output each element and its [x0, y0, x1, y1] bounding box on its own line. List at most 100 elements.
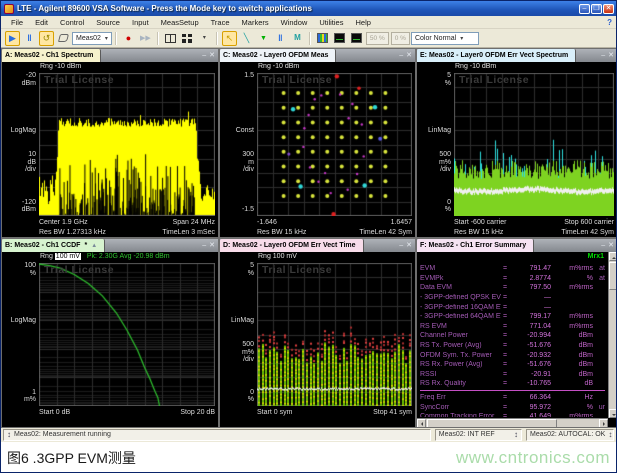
- warning-triangle-icon: ▲: [91, 243, 97, 249]
- y-axis-div-label: 300 m /div: [220, 151, 254, 174]
- errvect-spectrum-plot[interactable]: [454, 73, 614, 216]
- title-bar[interactable]: LTE - Agilent 89600 VSA Software - Press…: [1, 1, 616, 16]
- tab-panel-d[interactable]: D: Meas02 - Layer0 OFDM Err Vect Time: [220, 239, 364, 252]
- close-icon[interactable]: ✕: [608, 52, 614, 59]
- menu-item-window[interactable]: Window: [275, 18, 314, 27]
- range-value-edit[interactable]: 100 mV: [55, 253, 81, 260]
- row-unit: dB: [551, 380, 593, 387]
- minimize-icon[interactable]: –: [399, 242, 403, 249]
- help-icon[interactable]: ?: [607, 18, 612, 27]
- spinner-icon[interactable]: ↕: [608, 430, 612, 440]
- row-value: -20.994: [509, 332, 551, 339]
- row-eq: =: [501, 294, 509, 301]
- spinner-icon[interactable]: ↕: [514, 430, 518, 440]
- menu-item-markers[interactable]: Markers: [236, 18, 275, 27]
- menu-item-source[interactable]: Source: [90, 18, 126, 27]
- marker-to-button[interactable]: M: [290, 31, 305, 46]
- menu-item-control[interactable]: Control: [54, 18, 90, 27]
- panel-e-errvect-spectrum: E: Meas02 - Layer0 OFDM Err Vect Spectru…: [416, 48, 617, 238]
- scroll-right-button[interactable]: [599, 419, 608, 428]
- row-eq: =: [501, 313, 509, 320]
- peak-search-button[interactable]: ▼: [256, 31, 271, 46]
- y-axis-bottom-label: 0 %: [220, 389, 254, 404]
- y-axis-top-label: 5 %: [220, 262, 254, 277]
- delta-marker-button[interactable]: ╲: [239, 31, 254, 46]
- tab-panel-e[interactable]: E: Meas02 - Layer0 OFDM Err Vect Spectru…: [417, 49, 576, 62]
- ccdf-plot[interactable]: [39, 263, 215, 406]
- y-axis-scale-label: LinMag: [220, 317, 254, 325]
- pin-icon[interactable]: –: [202, 242, 206, 249]
- restart-button[interactable]: ↺: [39, 31, 54, 46]
- pin-icon[interactable]: –: [202, 52, 206, 59]
- menu-item-utilities[interactable]: Utilities: [313, 18, 349, 27]
- marker-pause-button[interactable]: ‖: [273, 31, 288, 46]
- close-icon[interactable]: ✕: [209, 52, 215, 59]
- spectrum-plot[interactable]: [39, 73, 215, 216]
- row-unit: m%rms: [551, 323, 593, 330]
- grid-layout-icon: [182, 34, 192, 43]
- menu-item-trace[interactable]: Trace: [205, 18, 236, 27]
- close-icon[interactable]: ✕: [406, 52, 412, 59]
- row-value: —: [509, 294, 551, 301]
- layout-split-button[interactable]: [163, 31, 178, 46]
- scroll-up-button[interactable]: [609, 252, 617, 261]
- close-icon[interactable]: ✕: [209, 242, 215, 249]
- horizontal-scrollbar[interactable]: [417, 418, 608, 427]
- trace-dark-display-button-2[interactable]: [349, 31, 364, 46]
- measurement-status-text: Meas02: Measurement running: [14, 430, 111, 440]
- pause-button[interactable]: ‖: [22, 31, 37, 46]
- y-axis-div-label: 500 m% /div: [417, 151, 451, 174]
- menu-item-file[interactable]: File: [5, 18, 29, 27]
- measurement-select[interactable]: Meas02 ▾: [72, 32, 112, 45]
- menu-item-meassetup[interactable]: MeasSetup: [155, 18, 205, 27]
- error-summary-row: Common Tracking Error=41.649m%rms: [420, 412, 605, 417]
- tab-panel-f[interactable]: F: Meas02 - Ch1 Error Summary: [417, 239, 534, 252]
- close-button[interactable]: ✕: [603, 4, 614, 14]
- overlap-percent-box[interactable]: 0 %: [391, 32, 410, 45]
- play-button[interactable]: ▶: [5, 31, 20, 46]
- avg-percent-box[interactable]: 50 %: [366, 32, 389, 45]
- minimize-icon[interactable]: –: [601, 242, 605, 249]
- scroll-left-button[interactable]: [417, 419, 426, 428]
- scrollbar-thumb[interactable]: [427, 419, 557, 428]
- y-axis-top-label: 1.5: [220, 72, 254, 80]
- constellation-plot[interactable]: [257, 73, 412, 216]
- tab-panel-a[interactable]: A: Meas02 - Ch1 Spectrum: [2, 49, 101, 62]
- scroll-down-button[interactable]: [609, 409, 617, 418]
- trace-color-display-button[interactable]: [315, 31, 330, 46]
- tab-title: B: Meas02 - Ch1 CCDF: [5, 242, 80, 249]
- menu-item-edit[interactable]: Edit: [29, 18, 54, 27]
- pin-icon[interactable]: –: [399, 52, 403, 59]
- spinner-icon[interactable]: ↕: [7, 430, 11, 440]
- close-icon[interactable]: ✕: [406, 242, 412, 249]
- menu-item-input[interactable]: Input: [126, 18, 155, 27]
- pointer-tool-button[interactable]: ↖: [222, 31, 237, 46]
- errvect-time-plot[interactable]: [257, 263, 412, 406]
- tab-panel-c[interactable]: C: Meas02 - Layer0 OFDM Meas: [220, 49, 336, 62]
- row-eq: =: [501, 413, 509, 417]
- record-button[interactable]: ●: [121, 31, 136, 46]
- color-mode-select[interactable]: Color Normal ▾: [411, 32, 479, 45]
- reference-status: Meas02: INT REF ↕: [435, 429, 522, 441]
- trace-dark-display-button-1[interactable]: [332, 31, 347, 46]
- recall-recording-button[interactable]: ▶▶: [138, 31, 153, 46]
- row-label: Channel Power: [420, 332, 501, 339]
- app-icon: [4, 4, 14, 14]
- panel-f-body: Mrx1 EVM=791.47m%rmsatEVMPk=2.8774%atDat…: [417, 252, 617, 427]
- restore-button[interactable]: ❐: [591, 4, 602, 14]
- y-axis-scale-label: LogMag: [2, 127, 36, 135]
- menu-item-help[interactable]: Help: [349, 18, 376, 27]
- y-axis-div-label: 500 m% /div: [220, 341, 254, 364]
- vsa-application-window: LTE - Agilent 89600 VSA Software - Press…: [0, 0, 617, 473]
- tab-panel-b[interactable]: B: Meas02 - Ch1 CCDF * ▲: [2, 239, 105, 252]
- scrollbar-thumb[interactable]: [609, 262, 617, 290]
- layout-grid-button[interactable]: [180, 31, 195, 46]
- close-icon[interactable]: ✕: [608, 242, 614, 249]
- trial-license-watermark: Trial License: [44, 264, 114, 276]
- pin-icon[interactable]: –: [601, 52, 605, 59]
- layout-dropdown-button[interactable]: ▾: [197, 31, 212, 46]
- vertical-scrollbar[interactable]: [608, 252, 617, 418]
- minimize-button[interactable]: –: [579, 4, 590, 14]
- panel-d-body: Rng 100 mV Trial License 5 % LinMag 500 …: [220, 252, 415, 427]
- selection-tool-button[interactable]: [56, 31, 71, 46]
